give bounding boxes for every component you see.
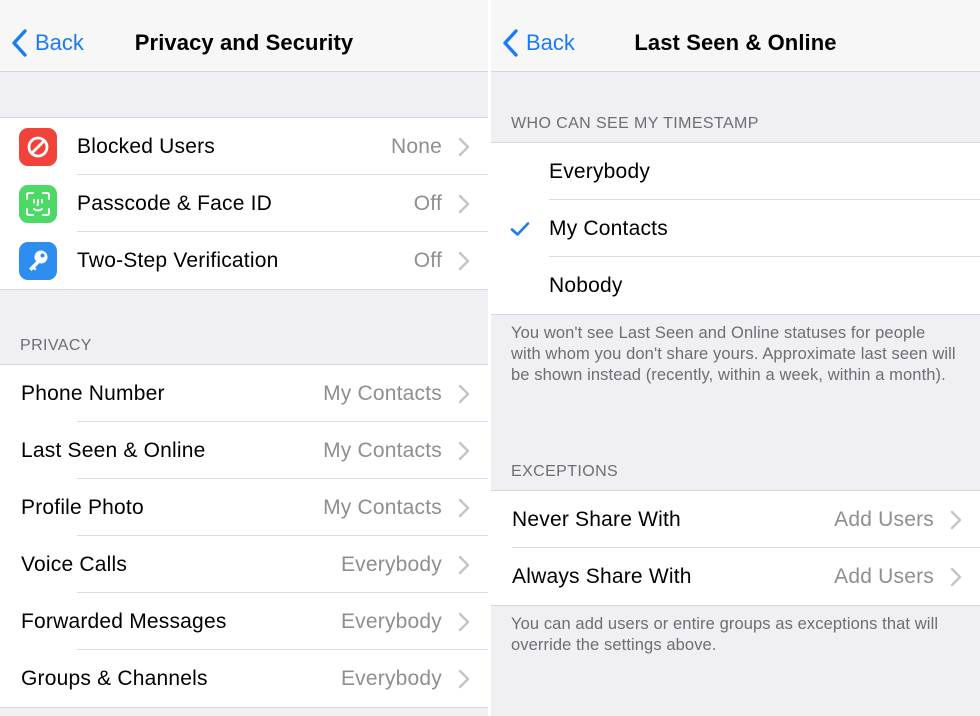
row-label: Voice Calls: [21, 552, 128, 576]
blocked-users-row[interactable]: Blocked Users None: [0, 118, 488, 175]
privacy-section-header: PRIVACY: [20, 337, 92, 354]
profile-photo-row[interactable]: Profile Photo My Contacts: [0, 478, 488, 536]
passcode-faceid-row[interactable]: Passcode & Face ID Off: [0, 174, 488, 232]
option-my-contacts[interactable]: My Contacts: [491, 199, 980, 257]
option-nobody[interactable]: Nobody: [491, 256, 980, 314]
row-value: My Contacts: [323, 495, 442, 519]
groups-channels-row[interactable]: Groups & Channels Everybody: [0, 649, 488, 707]
privacy-group: Phone Number My Contacts Last Seen & Onl…: [0, 364, 488, 708]
row-label: Phone Number: [21, 381, 165, 405]
chevron-right-icon: [458, 669, 470, 688]
last-seen-online-row[interactable]: Last Seen & Online My Contacts: [0, 421, 488, 479]
timestamp-footer-note: You won't see Last Seen and Online statu…: [511, 324, 956, 384]
chevron-right-icon: [458, 441, 470, 460]
always-share-with-row[interactable]: Always Share With Add Users: [491, 547, 980, 605]
forwarded-messages-row[interactable]: Forwarded Messages Everybody: [0, 592, 488, 650]
exceptions-footer-note: You can add users or entire groups as ex…: [511, 615, 939, 654]
row-value: My Contacts: [323, 438, 442, 462]
chevron-right-icon: [458, 194, 470, 213]
security-group: Blocked Users None Passcode & Face ID Of…: [0, 117, 488, 290]
row-value: Everybody: [340, 666, 442, 690]
page-title: Last Seen & Online: [634, 30, 837, 55]
voice-calls-row[interactable]: Voice Calls Everybody: [0, 535, 488, 593]
page-title: Privacy and Security: [134, 30, 354, 55]
row-value: My Contacts: [323, 381, 442, 405]
chevron-right-icon: [458, 384, 470, 403]
last-seen-online-screen: Back Last Seen & Online WHO CAN SEE MY T…: [491, 0, 980, 716]
phone-number-row[interactable]: Phone Number My Contacts: [0, 365, 488, 422]
chevron-right-icon: [950, 510, 962, 529]
row-label: Never Share With: [512, 507, 681, 531]
option-label: Everybody: [549, 159, 651, 183]
chevron-right-icon: [950, 567, 962, 586]
row-label: Profile Photo: [21, 495, 144, 519]
row-label: Always Share With: [512, 564, 692, 588]
row-value: Add Users: [834, 564, 934, 588]
row-value: Everybody: [340, 609, 442, 633]
blocked-icon: [19, 127, 57, 166]
nav-bar: Back Last Seen & Online: [491, 0, 980, 72]
chevron-right-icon: [458, 612, 470, 631]
row-label: Forwarded Messages: [21, 609, 227, 633]
two-step-verification-row[interactable]: Two-Step Verification Off: [0, 231, 488, 289]
exceptions-section-header: EXCEPTIONS: [511, 463, 619, 480]
exceptions-group: Never Share With Add Users Always Share …: [491, 490, 980, 606]
chevron-right-icon: [458, 555, 470, 574]
row-value: Off: [413, 191, 442, 215]
key-icon: [19, 241, 57, 280]
row-value: Off: [413, 248, 442, 272]
row-label: Last Seen & Online: [21, 438, 206, 462]
row-label: Two-Step Verification: [77, 248, 279, 272]
nav-bar: Back Privacy and Security: [0, 0, 488, 72]
face-id-icon: [19, 184, 57, 223]
option-label: My Contacts: [549, 216, 668, 240]
never-share-with-row[interactable]: Never Share With Add Users: [491, 491, 980, 548]
chevron-right-icon: [458, 251, 470, 270]
option-everybody[interactable]: Everybody: [491, 143, 980, 200]
option-label: Nobody: [549, 273, 623, 297]
row-label: Groups & Channels: [21, 666, 208, 690]
row-value: Everybody: [340, 552, 442, 576]
row-value: Add Users: [834, 507, 934, 531]
row-label: Blocked Users: [77, 134, 215, 158]
chevron-right-icon: [458, 137, 470, 156]
row-value: None: [390, 134, 442, 158]
checkmark-icon: [510, 221, 530, 236]
row-label: Passcode & Face ID: [77, 191, 273, 215]
timestamp-section-header: WHO CAN SEE MY TIMESTAMP: [511, 115, 759, 132]
timestamp-options-group: Everybody My Contacts Nobody: [491, 142, 980, 315]
privacy-security-screen: Back Privacy and Security Blocked Users …: [0, 0, 488, 716]
chevron-right-icon: [458, 498, 470, 517]
